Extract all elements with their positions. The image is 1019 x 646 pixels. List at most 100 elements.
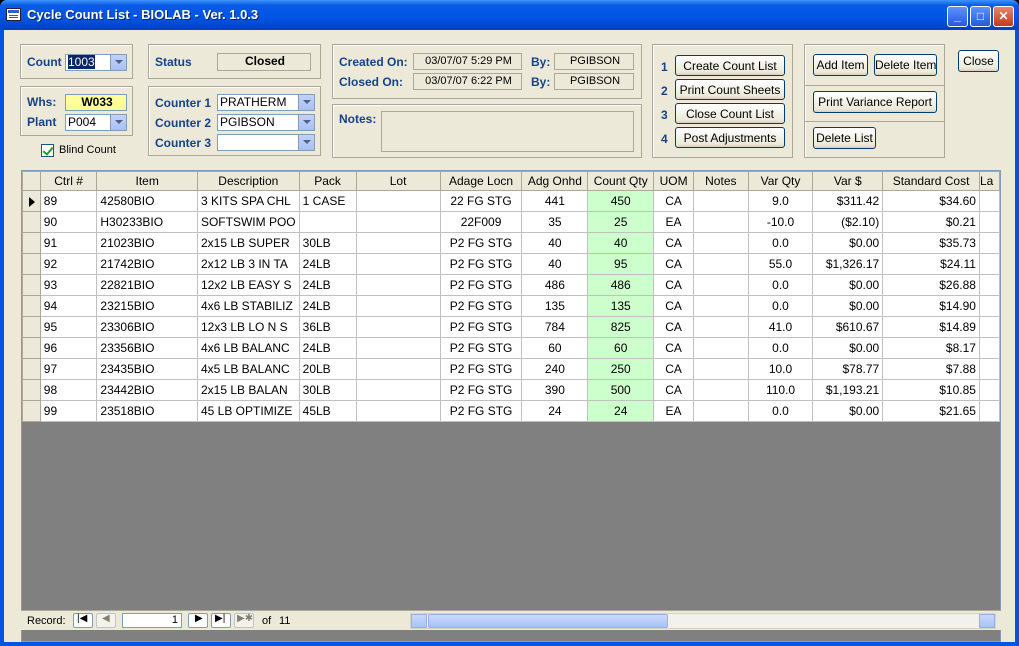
horizontal-scrollbar[interactable] <box>410 613 996 629</box>
table-cell[interactable]: $24.11 <box>882 253 980 275</box>
table-cell[interactable]: 60 <box>521 337 589 359</box>
table-cell[interactable]: 486 <box>521 274 589 296</box>
whs-field[interactable]: W033 <box>65 94 127 111</box>
table-row[interactable]: 92 21742BIO 2x12 LB 3 IN TA 24LB P2 FG STG 40… <box>22 253 1000 275</box>
table-cell[interactable]: 40 <box>521 253 589 275</box>
delete-list-button[interactable]: Delete List <box>813 127 876 149</box>
record-number-input[interactable]: 1 <box>122 613 182 628</box>
print-count-sheets-button[interactable]: Print Count Sheets <box>675 79 785 100</box>
row-selector[interactable] <box>22 400 41 422</box>
table-cell[interactable]: 60 <box>587 337 655 359</box>
close-button[interactable]: Close <box>958 50 999 72</box>
table-cell[interactable]: $7.88 <box>882 358 980 380</box>
new-record-button[interactable]: ▶✱ <box>234 613 254 628</box>
table-cell[interactable]: $610.67 <box>812 316 884 338</box>
table-cell[interactable]: 20LB <box>298 358 357 380</box>
table-cell[interactable]: $0.00 <box>812 232 884 254</box>
first-record-button[interactable]: |◀ <box>73 613 93 628</box>
row-selector[interactable] <box>22 316 41 338</box>
table-cell[interactable]: CA <box>653 253 694 275</box>
table-cell[interactable]: CA <box>653 379 694 401</box>
table-cell[interactable]: CA <box>653 274 694 296</box>
table-cell[interactable] <box>355 232 441 254</box>
table-cell[interactable]: P2 FG STG <box>439 295 523 317</box>
table-cell[interactable]: P2 FG STG <box>439 358 523 380</box>
create-count-list-button[interactable]: Create Count List <box>675 55 785 76</box>
table-cell[interactable] <box>978 211 1000 233</box>
table-cell[interactable]: 23215BIO <box>96 295 198 317</box>
table-cell[interactable]: 12x3 LB LO N S <box>196 316 300 338</box>
table-cell[interactable]: 1 CASE <box>298 190 357 212</box>
table-cell[interactable]: 2x15 LB SUPER <box>196 232 300 254</box>
table-cell[interactable]: 23435BIO <box>96 358 198 380</box>
table-cell[interactable] <box>978 316 1000 338</box>
table-cell[interactable]: $14.89 <box>882 316 980 338</box>
table-cell[interactable] <box>355 274 441 296</box>
table-cell[interactable]: 4x5 LB BALANC <box>196 358 300 380</box>
table-cell[interactable]: P2 FG STG <box>439 232 523 254</box>
table-cell[interactable]: 0.0 <box>747 400 814 422</box>
column-header[interactable]: Var Qty <box>747 171 814 191</box>
table-cell[interactable]: P2 FG STG <box>439 400 523 422</box>
post-adjustments-button[interactable]: Post Adjustments <box>675 127 785 148</box>
table-cell[interactable]: $78.77 <box>812 358 884 380</box>
table-cell[interactable]: $26.88 <box>882 274 980 296</box>
table-row[interactable]: 94 23215BIO 4x6 LB STABILIZ 24LB P2 FG STG 13… <box>22 295 1000 317</box>
row-selector-header[interactable] <box>22 171 41 191</box>
scroll-right-icon[interactable] <box>979 614 995 628</box>
table-cell[interactable]: 97 <box>39 358 98 380</box>
table-row[interactable]: 95 23306BIO 12x3 LB LO N S 36LB P2 FG STG 784… <box>22 316 1000 338</box>
form-icon[interactable] <box>6 8 21 21</box>
column-header[interactable]: Adage Locn <box>439 171 523 191</box>
table-cell[interactable]: 135 <box>587 295 655 317</box>
table-cell[interactable] <box>355 316 441 338</box>
table-cell[interactable]: 30LB <box>298 379 357 401</box>
table-cell[interactable] <box>355 253 441 275</box>
table-cell[interactable] <box>692 358 749 380</box>
table-cell[interactable]: 42580BIO <box>96 190 198 212</box>
chevron-down-icon[interactable] <box>110 55 126 70</box>
column-header[interactable]: Ctrl # <box>39 171 98 191</box>
table-cell[interactable] <box>692 253 749 275</box>
table-cell[interactable]: $8.17 <box>882 337 980 359</box>
prev-record-button[interactable]: ◀ <box>96 613 116 628</box>
table-cell[interactable]: 486 <box>587 274 655 296</box>
table-cell[interactable] <box>978 253 1000 275</box>
table-cell[interactable]: 99 <box>39 400 98 422</box>
table-row[interactable]: 97 23435BIO 4x5 LB BALANC 20LB P2 FG STG 240 2… <box>22 358 1000 380</box>
minimize-button[interactable]: _ <box>947 6 968 27</box>
table-cell[interactable]: 240 <box>521 358 589 380</box>
table-cell[interactable]: EA <box>653 400 694 422</box>
table-cell[interactable]: 4x6 LB BALANC <box>196 337 300 359</box>
last-record-button[interactable]: ▶| <box>211 613 231 628</box>
table-cell[interactable]: -10.0 <box>747 211 814 233</box>
table-cell[interactable] <box>692 232 749 254</box>
table-cell[interactable] <box>692 190 749 212</box>
column-header[interactable]: UOM <box>653 171 694 191</box>
table-cell[interactable]: 89 <box>39 190 98 212</box>
table-cell[interactable]: 55.0 <box>747 253 814 275</box>
blind-count-checkbox[interactable] <box>41 144 54 157</box>
table-cell[interactable] <box>692 379 749 401</box>
table-cell[interactable]: $34.60 <box>882 190 980 212</box>
table-cell[interactable]: 250 <box>587 358 655 380</box>
table-cell[interactable]: $1,326.17 <box>812 253 884 275</box>
table-cell[interactable]: 784 <box>521 316 589 338</box>
table-cell[interactable]: 22821BIO <box>96 274 198 296</box>
table-cell[interactable]: $14.90 <box>882 295 980 317</box>
column-header[interactable]: Item <box>96 171 198 191</box>
table-cell[interactable]: $0.00 <box>812 274 884 296</box>
table-cell[interactable]: 390 <box>521 379 589 401</box>
notes-field[interactable] <box>381 111 634 152</box>
table-cell[interactable] <box>355 337 441 359</box>
chevron-down-icon[interactable] <box>298 95 314 110</box>
table-cell[interactable] <box>978 400 1000 422</box>
table-cell[interactable]: 0.0 <box>747 337 814 359</box>
row-selector[interactable] <box>22 295 41 317</box>
table-cell[interactable] <box>978 337 1000 359</box>
table-cell[interactable] <box>298 211 357 233</box>
table-cell[interactable] <box>692 274 749 296</box>
table-cell[interactable]: 0.0 <box>747 274 814 296</box>
count-combo[interactable]: 1003 <box>65 54 127 71</box>
table-cell[interactable]: 0.0 <box>747 295 814 317</box>
